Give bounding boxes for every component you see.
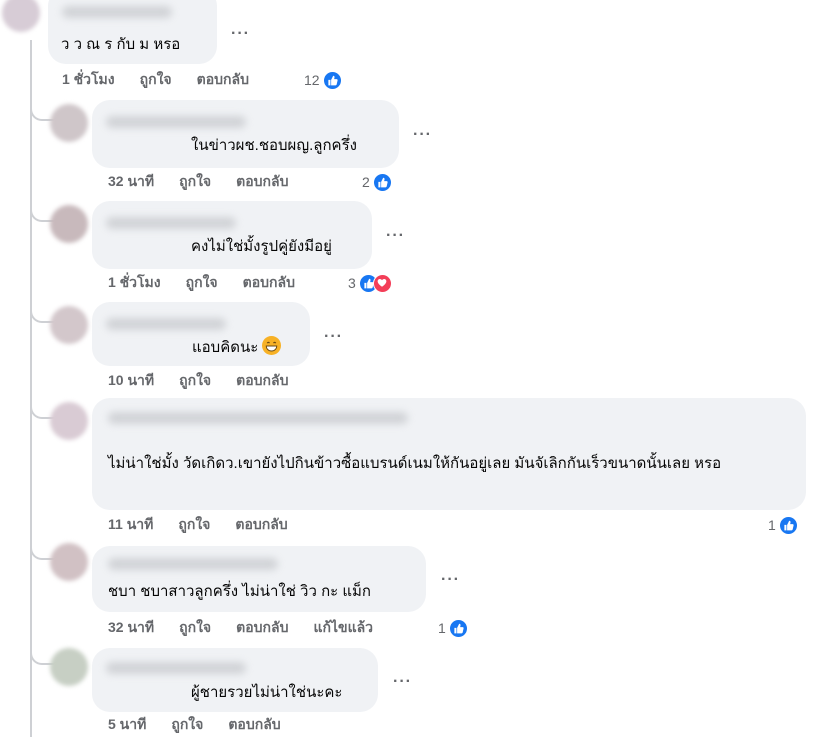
grinning-face-icon xyxy=(262,336,282,355)
comment-text: แอบคิดนะ xyxy=(192,336,282,360)
comment-time[interactable]: 11 นาที xyxy=(108,514,153,536)
reaction-count: 1 xyxy=(438,620,446,636)
avatar[interactable] xyxy=(50,543,88,581)
more-options-icon[interactable]: ··· xyxy=(324,329,343,345)
like-button[interactable]: ถูกใจ xyxy=(186,272,218,294)
more-options-icon[interactable]: ··· xyxy=(441,572,460,588)
reaction-summary[interactable]: 1 xyxy=(768,515,798,535)
heart-icon xyxy=(372,273,392,293)
author-name-redacted xyxy=(106,662,246,674)
comment-time[interactable]: 32 นาที xyxy=(108,617,154,639)
reply-button[interactable]: ตอบกลับ xyxy=(235,514,287,536)
thumbs-up-icon xyxy=(322,70,342,90)
comment-time[interactable]: 5 นาที xyxy=(108,714,146,736)
more-options-icon[interactable]: ··· xyxy=(386,228,405,244)
thread-line xyxy=(30,40,32,737)
author-name-redacted xyxy=(106,318,226,330)
reaction-count: 3 xyxy=(348,275,356,291)
author-name-redacted xyxy=(106,217,236,229)
comment-text-content: แอบคิดนะ xyxy=(192,339,259,356)
more-options-icon[interactable]: ··· xyxy=(413,127,432,143)
more-options-icon[interactable]: ··· xyxy=(231,26,250,42)
comment-text: ไม่น่าใช่มั้ง วัดเกิดว.เขายังไปกินข้าวซื… xyxy=(108,455,722,472)
comment-actions: 1 ชั่วโมง ถูกใจ ตอบกลับ xyxy=(108,273,320,293)
comment-bubble: แอบคิดนะ xyxy=(92,302,310,366)
comment-actions: 1 ชั่วโมง ถูกใจ ตอบกลับ xyxy=(62,70,274,90)
reaction-summary[interactable]: 12 xyxy=(304,70,342,90)
comment-actions: 10 นาที ถูกใจ ตอบกลับ xyxy=(108,371,313,391)
avatar[interactable] xyxy=(50,306,88,344)
reaction-summary[interactable]: 3 xyxy=(348,273,392,293)
reply-button[interactable]: ตอบกลับ xyxy=(236,171,288,193)
thumbs-up-icon xyxy=(372,172,392,192)
reply-button[interactable]: ตอบกลับ xyxy=(197,69,249,91)
comment-actions: 5 นาที ถูกใจ ตอบกลับ xyxy=(108,715,306,735)
like-button[interactable]: ถูกใจ xyxy=(140,69,172,91)
avatar[interactable] xyxy=(50,648,88,686)
comment-time[interactable]: 32 นาที xyxy=(108,171,154,193)
avatar[interactable] xyxy=(50,402,88,440)
like-button[interactable]: ถูกใจ xyxy=(179,171,211,193)
author-name-redacted xyxy=(108,558,278,570)
reaction-count: 2 xyxy=(362,174,370,190)
comment-text: ชบา ชบาสาวลูกครึ่ง ไม่น่าใช่ วิว กะ แม็ก xyxy=(108,583,372,600)
comment-time[interactable]: 1 ชั่วโมง xyxy=(108,272,161,294)
comment-text: ว ว ณ ร กับ ม หรอ xyxy=(61,36,181,53)
reaction-summary[interactable]: 2 xyxy=(362,172,392,192)
like-button[interactable]: ถูกใจ xyxy=(179,370,211,392)
reaction-summary[interactable]: 1 xyxy=(438,618,468,638)
comment-actions: 11 นาที ถูกใจ ตอบกลับ xyxy=(108,515,313,535)
more-options-icon[interactable]: ··· xyxy=(393,674,412,690)
comment-bubble: ไม่น่าใช่มั้ง วัดเกิดว.เขายังไปกินข้าวซื… xyxy=(92,398,806,510)
reaction-count: 1 xyxy=(768,517,776,533)
like-button[interactable]: ถูกใจ xyxy=(179,617,211,639)
comment-time[interactable]: 1 ชั่วโมง xyxy=(62,69,115,91)
comment-text: คงไม่ใช่มั้งรูปคู่ยังมีอยู่ xyxy=(191,238,332,255)
comment-bubble: ผู้ชายรวยไม่น่าใช่นะคะ xyxy=(92,648,378,712)
reaction-count: 12 xyxy=(304,72,320,88)
comment-actions: 32 นาที ถูกใจ ตอบกลับ แก้ไขแล้ว xyxy=(108,618,398,638)
avatar[interactable] xyxy=(50,104,88,142)
comment-actions: 32 นาที ถูกใจ ตอบกลับ xyxy=(108,172,313,192)
reply-button[interactable]: ตอบกลับ xyxy=(228,714,280,736)
comment-bubble: ชบา ชบาสาวลูกครึ่ง ไม่น่าใช่ วิว กะ แม็ก xyxy=(92,546,426,612)
avatar[interactable] xyxy=(2,0,40,32)
reply-button[interactable]: ตอบกลับ xyxy=(243,272,295,294)
like-button[interactable]: ถูกใจ xyxy=(178,514,210,536)
like-button[interactable]: ถูกใจ xyxy=(171,714,203,736)
comment-bubble: ว ว ณ ร กับ ม หรอ xyxy=(48,0,217,64)
comment-text: ผู้ชายรวยไม่น่าใช่นะคะ xyxy=(191,684,343,701)
reply-button[interactable]: ตอบกลับ xyxy=(236,370,288,392)
comment-time[interactable]: 10 นาที xyxy=(108,370,154,392)
comment-text: ในข่าวผช.ชอบผญ.ลูกครึ่ง xyxy=(191,137,357,154)
author-name-redacted xyxy=(106,116,246,128)
author-name-redacted xyxy=(62,6,172,18)
reply-button[interactable]: ตอบกลับ xyxy=(236,617,288,639)
author-name-redacted xyxy=(108,412,408,424)
thumbs-up-icon xyxy=(778,515,798,535)
avatar[interactable] xyxy=(50,205,88,243)
thumbs-up-icon xyxy=(448,618,468,638)
comment-bubble: ในข่าวผช.ชอบผญ.ลูกครึ่ง xyxy=(92,100,399,168)
edited-label[interactable]: แก้ไขแล้ว xyxy=(313,617,373,639)
comment-bubble: คงไม่ใช่มั้งรูปคู่ยังมีอยู่ xyxy=(92,201,372,269)
